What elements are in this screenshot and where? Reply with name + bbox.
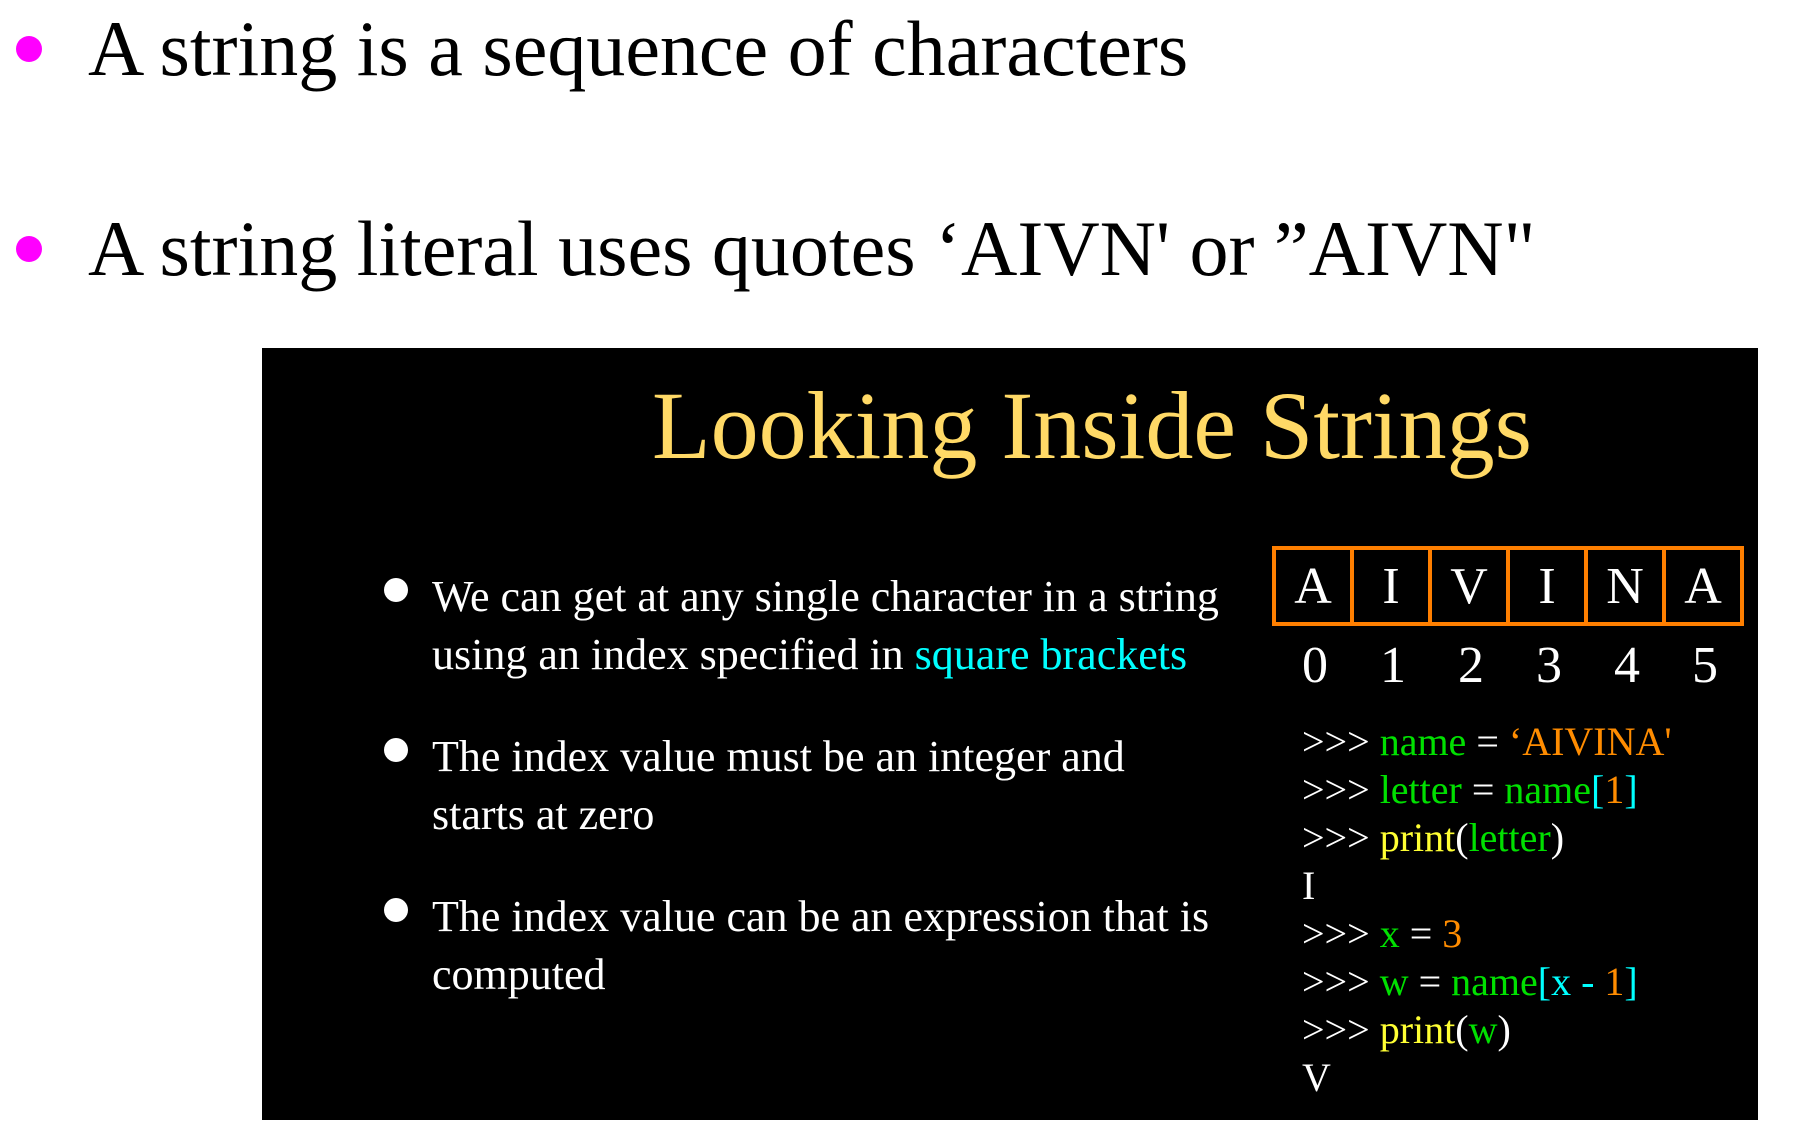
- char-cell: V: [1428, 550, 1506, 622]
- panel-bullet-3: The index value can be an expression tha…: [322, 888, 1222, 1004]
- code-line-1: >>> name = ‘AIVINA': [1302, 718, 1672, 766]
- code-paren: ): [1550, 815, 1565, 860]
- bullet-dot: [384, 898, 408, 922]
- code-number: 3: [1442, 911, 1463, 956]
- code-bracket: ]: [1624, 767, 1638, 812]
- char-cell: I: [1506, 550, 1584, 622]
- code-line-7: >>> print(w): [1302, 1006, 1672, 1054]
- bullet-dot: [16, 236, 42, 262]
- string-character-table: A I V I N A: [1272, 546, 1744, 626]
- code-bracket: ]: [1624, 959, 1638, 1004]
- code-arg: letter: [1468, 815, 1551, 860]
- slide-bullet-text: A string literal uses quotes ‘AIVN' or ”…: [88, 205, 1536, 292]
- code-arg: w: [1468, 1007, 1498, 1052]
- code-var: w: [1379, 959, 1409, 1004]
- code-paren: ): [1497, 1007, 1511, 1052]
- panel-bullet-text: The index value must be an integer and s…: [432, 732, 1125, 839]
- prompt: >>>: [1302, 959, 1380, 1004]
- index-row: 0 1 2 3 4 5: [1276, 636, 1744, 695]
- bullet-dot: [384, 738, 408, 762]
- code-output: I: [1302, 863, 1316, 908]
- bullet-dot: [384, 578, 408, 602]
- code-line-3: >>> print(letter): [1302, 814, 1672, 862]
- index-label: 4: [1614, 637, 1640, 694]
- code-paren: (: [1455, 815, 1469, 860]
- index-label: 3: [1536, 637, 1562, 694]
- slide-bullet-text: A string is a sequence of characters: [88, 5, 1189, 92]
- code-op: =: [1408, 959, 1452, 1004]
- code-line-4: I: [1302, 862, 1672, 910]
- code-number: 1: [1604, 767, 1625, 812]
- prompt: >>>: [1302, 815, 1380, 860]
- prompt: >>>: [1302, 767, 1380, 812]
- code-obj: name: [1451, 959, 1538, 1004]
- index-label: 2: [1458, 637, 1484, 694]
- code-line-8: V: [1302, 1054, 1672, 1102]
- panel-title: Looking Inside Strings: [652, 372, 1532, 479]
- char-cell: A: [1294, 557, 1332, 615]
- code-op: =: [1466, 719, 1509, 764]
- code-example: >>> name = ‘AIVINA' >>> letter = name[1]…: [1302, 718, 1672, 1102]
- code-var: x: [1379, 911, 1400, 956]
- slide-bullet-2: A string literal uses quotes ‘AIVN' or ”…: [16, 204, 1535, 294]
- code-bracket: [x -: [1537, 959, 1605, 1004]
- code-output: V: [1302, 1055, 1331, 1100]
- slide-bullet-1: A string is a sequence of characters: [16, 4, 1188, 94]
- code-string: ‘AIVINA': [1508, 719, 1672, 764]
- code-line-2: >>> letter = name[1]: [1302, 766, 1672, 814]
- code-line-5: >>> x = 3: [1302, 910, 1672, 958]
- bullet-dot: [16, 36, 42, 62]
- char-cell: A: [1662, 550, 1740, 622]
- index-label: 5: [1692, 637, 1718, 694]
- panel-bullet-1: We can get at any single character in a …: [322, 568, 1222, 684]
- code-var: letter: [1379, 767, 1462, 812]
- embedded-slide-panel: Looking Inside Strings We can get at any…: [262, 348, 1758, 1120]
- code-op: =: [1399, 911, 1443, 956]
- prompt: >>>: [1302, 911, 1380, 956]
- code-obj: name: [1504, 767, 1592, 812]
- code-line-6: >>> w = name[x - 1]: [1302, 958, 1672, 1006]
- index-label: 1: [1380, 637, 1406, 694]
- highlight-text: square brackets: [914, 630, 1188, 679]
- code-function: print: [1379, 815, 1456, 860]
- code-bracket: [: [1591, 767, 1605, 812]
- panel-bullet-2: The index value must be an integer and s…: [322, 728, 1222, 844]
- panel-bullet-list: We can get at any single character in a …: [322, 568, 1222, 1048]
- prompt: >>>: [1302, 1007, 1380, 1052]
- code-number: 1: [1604, 959, 1625, 1004]
- code-paren: (: [1455, 1007, 1469, 1052]
- prompt: >>>: [1302, 719, 1380, 764]
- code-op: =: [1461, 767, 1505, 812]
- panel-bullet-text: The index value can be an expression tha…: [432, 892, 1210, 999]
- code-var: name: [1379, 719, 1467, 764]
- code-function: print: [1379, 1007, 1456, 1052]
- char-cell: N: [1584, 550, 1662, 622]
- char-cell: I: [1350, 550, 1428, 622]
- index-label: 0: [1302, 637, 1328, 694]
